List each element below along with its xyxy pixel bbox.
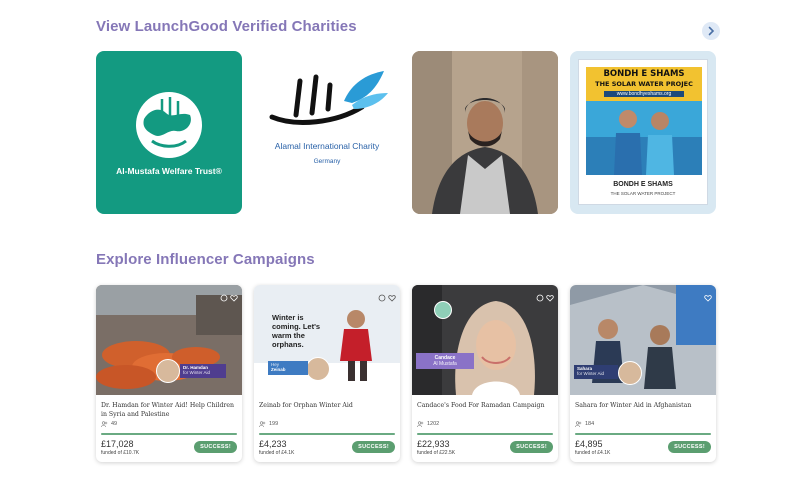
heart-icon[interactable] (546, 289, 554, 302)
poster-url: www.bondhyeshams.org (604, 91, 684, 97)
poster-logo-text: BONDH E SHAMS (613, 181, 673, 188)
funding-goal: funded of £22.5K (417, 450, 456, 456)
chevron-right-icon (708, 26, 715, 36)
campaign-title: Sahara for Winter Aid in Afghanistan (575, 402, 692, 409)
charity-card-bondh-e-shams[interactable]: BONDH E SHAMS THE SOLAR WATER PROJEC www… (570, 51, 716, 214)
campaign-title: Dr. Hamdan for Winter Aid! Help Children… (101, 402, 235, 418)
poster-title: BONDH E SHAMS (603, 69, 685, 79)
amount-raised: £4,895 (575, 439, 603, 449)
charity-card-al-mustafa[interactable]: Al-Mustafa Welfare Trust® (96, 51, 242, 214)
share-icon[interactable] (378, 289, 386, 302)
poster-photo: BONDH E SHAMS THE SOLAR WATER PROJEC www… (586, 67, 702, 175)
campaign-poster-text: Winter is coming. Let's warm the orphans… (272, 313, 321, 349)
campaign-title: Candace's Food For Ramadan Campaign (417, 402, 545, 409)
man-portrait-photo (412, 51, 558, 214)
funding-progress-bar (101, 433, 237, 435)
influencer-avatar (434, 301, 452, 319)
charity-country: Germany (313, 158, 341, 165)
status-badge: SUCCESS! (668, 441, 711, 453)
campaign-title: Zeinab for Orphan Winter Aid (259, 402, 353, 409)
campaign-image: Dr. Hamdan for Winter Aid (96, 285, 242, 395)
supporters-count: 184 (575, 421, 594, 427)
influencer-avatar (618, 361, 642, 385)
share-icon[interactable] (220, 289, 228, 302)
carousel-next-button[interactable] (702, 22, 720, 40)
campaign-image: Candace Al Mustafa (412, 285, 558, 395)
influencer-tag: Sahara for Winter Aid (574, 365, 618, 379)
amount-raised: £22,933 (417, 439, 450, 449)
funding-goal: funded of £10.7K (101, 450, 140, 456)
influencer-avatar (306, 357, 330, 381)
supporters-count: 49 (101, 421, 117, 427)
people-icon (259, 421, 266, 427)
influencer-tag: Dr. Hamdan for Winter Aid (180, 364, 226, 378)
globe-calligraphy-logo (136, 92, 202, 158)
campaign-card[interactable]: Candace Al Mustafa Candace's Food For Ra… (412, 285, 558, 462)
people-icon (101, 421, 108, 427)
charity-card-alamal[interactable]: Alamal International Charity Germany (254, 51, 400, 214)
charity-name: Alamal International Charity (274, 141, 380, 151)
people-icon (417, 421, 424, 427)
campaign-image: Sahara for Winter Aid (570, 285, 716, 395)
status-badge: SUCCESS! (194, 441, 237, 453)
campaign-card[interactable]: Dr. Hamdan for Winter Aid Dr. Hamdan for… (96, 285, 242, 462)
campaign-card[interactable]: Winter is coming. Let's warm the orphans… (254, 285, 400, 462)
influencer-campaigns-title: Explore Influencer Campaigns (96, 251, 315, 268)
influencer-avatar (156, 359, 180, 383)
alamal-logo (269, 71, 388, 125)
heart-icon[interactable] (388, 289, 396, 302)
campaign-image: Winter is coming. Let's warm the orphans… (254, 285, 400, 395)
funding-progress-bar (417, 433, 553, 435)
verified-charities-title: View LaunchGood Verified Charities (96, 18, 357, 35)
status-badge: SUCCESS! (510, 441, 553, 453)
poster-logo-subtext: THE SOLAR WATER PROJECT (610, 191, 676, 196)
amount-raised: £17,028 (101, 439, 134, 449)
people-icon (575, 421, 582, 427)
funding-goal: funded of £4.1K (259, 450, 295, 456)
influencer-tag: Candace Al Mustafa (416, 353, 474, 369)
status-badge: SUCCESS! (352, 441, 395, 453)
influencer-tag: Hey Zeinab (268, 361, 308, 375)
campaign-card[interactable]: Sahara for Winter Aid Sahara for Winter … (570, 285, 716, 462)
heart-icon[interactable] (230, 289, 238, 302)
supporters-count: 1202 (417, 421, 439, 427)
funding-progress-bar (575, 433, 711, 435)
poster-subtitle: THE SOLAR WATER PROJEC (595, 80, 693, 88)
charity-card-photo[interactable] (412, 51, 558, 214)
charity-poster: BONDH E SHAMS THE SOLAR WATER PROJEC www… (578, 59, 708, 205)
funding-goal: funded of £4.1K (575, 450, 611, 456)
charity-name: Al-Mustafa Welfare Trust® (116, 166, 222, 176)
heart-icon[interactable] (704, 289, 712, 302)
funding-progress-bar (259, 433, 395, 435)
share-icon[interactable] (536, 289, 544, 302)
amount-raised: £4,233 (259, 439, 287, 449)
supporters-count: 199 (259, 421, 278, 427)
